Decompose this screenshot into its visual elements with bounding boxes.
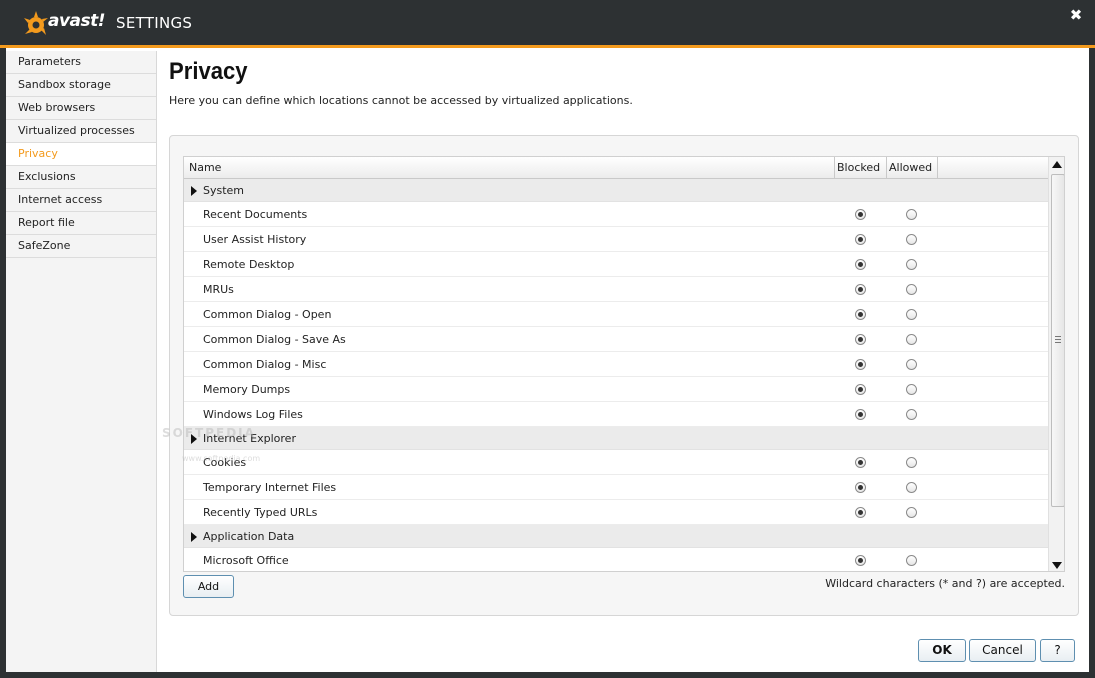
blocked-radio[interactable] xyxy=(855,555,866,566)
sidebar-nav: Parameters Sandbox storage Web browsers … xyxy=(6,51,157,672)
column-header-name[interactable]: Name xyxy=(184,157,834,179)
blocked-radio[interactable] xyxy=(855,507,866,518)
allowed-radio[interactable] xyxy=(906,409,917,420)
ok-button[interactable]: OK xyxy=(918,639,966,662)
sidebar-item-internet-access[interactable]: Internet access xyxy=(6,189,156,212)
allowed-radio[interactable] xyxy=(906,384,917,395)
add-button[interactable]: Add xyxy=(183,575,234,598)
sidebar-item-exclusions[interactable]: Exclusions xyxy=(6,166,156,189)
blocked-radio[interactable] xyxy=(855,359,866,370)
blocked-radio[interactable] xyxy=(855,457,866,468)
column-header-blocked[interactable]: Blocked xyxy=(834,157,887,179)
blocked-radio[interactable] xyxy=(855,384,866,395)
wildcard-note: Wildcard characters (* and ?) are accept… xyxy=(825,577,1065,590)
allowed-radio[interactable] xyxy=(906,555,917,566)
table-row: Windows Log Files xyxy=(184,402,1048,427)
table-row: Microsoft Office xyxy=(184,548,1048,571)
table-header: Name Blocked Allowed xyxy=(184,157,1048,179)
page-title: Privacy xyxy=(169,58,248,85)
row-label: Recent Documents xyxy=(203,208,308,221)
sidebar-item-sandbox-storage[interactable]: Sandbox storage xyxy=(6,74,156,97)
row-label: Common Dialog - Open xyxy=(203,308,332,321)
row-label: Recently Typed URLs xyxy=(203,506,318,519)
table-row: MRUs xyxy=(184,277,1048,302)
allowed-radio[interactable] xyxy=(906,334,917,345)
allowed-radio[interactable] xyxy=(906,457,917,468)
scrollbar-thumb[interactable] xyxy=(1051,174,1064,507)
table-row: Common Dialog - Open xyxy=(184,302,1048,327)
sidebar-item-safezone[interactable]: SafeZone xyxy=(6,235,156,258)
allowed-radio[interactable] xyxy=(906,309,917,320)
row-label: User Assist History xyxy=(203,233,307,246)
table-row: Recent Documents xyxy=(184,202,1048,227)
allowed-radio[interactable] xyxy=(906,482,917,493)
title-bar: avast! SETTINGS ✖ xyxy=(0,0,1095,48)
window-title: SETTINGS xyxy=(116,14,193,32)
table-row: Recently Typed URLs xyxy=(184,500,1048,525)
group-label: Application Data xyxy=(203,530,295,543)
column-header-allowed[interactable]: Allowed xyxy=(887,157,938,179)
allowed-radio[interactable] xyxy=(906,359,917,370)
scroll-down-arrow-icon[interactable] xyxy=(1052,562,1062,569)
blocked-radio[interactable] xyxy=(855,482,866,493)
table-row: Cookies xyxy=(184,450,1048,475)
table-body: System Recent Documents User Assist Histor… xyxy=(184,179,1048,571)
group-label: System xyxy=(203,184,245,197)
row-label: Remote Desktop xyxy=(203,258,295,271)
window-frame-right xyxy=(1089,48,1095,678)
blocked-radio[interactable] xyxy=(855,234,866,245)
expand-triangle-icon[interactable] xyxy=(191,532,197,542)
table-row: Memory Dumps xyxy=(184,377,1048,402)
brand-name: avast! xyxy=(48,11,106,31)
allowed-radio[interactable] xyxy=(906,284,917,295)
scrollbar-grip-icon xyxy=(1055,336,1061,343)
blocked-radio[interactable] xyxy=(855,259,866,270)
allowed-radio[interactable] xyxy=(906,234,917,245)
table-row: Remote Desktop xyxy=(184,252,1048,277)
row-label: MRUs xyxy=(203,283,234,296)
scroll-up-arrow-icon[interactable] xyxy=(1052,161,1062,168)
table-row: User Assist History xyxy=(184,227,1048,252)
sidebar-item-report-file[interactable]: Report file xyxy=(6,212,156,235)
sidebar-item-privacy[interactable]: Privacy xyxy=(6,143,156,166)
expand-triangle-icon[interactable] xyxy=(191,186,197,196)
row-label: Memory Dumps xyxy=(203,383,291,396)
row-label: Common Dialog - Save As xyxy=(203,333,346,346)
blocked-radio[interactable] xyxy=(855,309,866,320)
privacy-table: Name Blocked Allowed System Recent Docume… xyxy=(183,156,1065,572)
blocked-radio[interactable] xyxy=(855,334,866,345)
sidebar-item-virtualized-processes[interactable]: Virtualized processes xyxy=(6,120,156,143)
close-icon[interactable]: ✖ xyxy=(1067,6,1085,24)
allowed-radio[interactable] xyxy=(906,259,917,270)
row-label: Temporary Internet Files xyxy=(203,481,337,494)
table-row: Common Dialog - Misc xyxy=(184,352,1048,377)
page-description: Here you can define which locations cann… xyxy=(169,94,633,107)
watermark: SOFTPEDIA xyxy=(162,426,256,440)
row-label: Windows Log Files xyxy=(203,408,303,421)
row-label: Microsoft Office xyxy=(203,554,289,567)
watermark-url: www.softpedia.com xyxy=(182,454,261,463)
table-row: Common Dialog - Save As xyxy=(184,327,1048,352)
blocked-radio[interactable] xyxy=(855,209,866,220)
allowed-radio[interactable] xyxy=(906,209,917,220)
cancel-button[interactable]: Cancel xyxy=(969,639,1036,662)
blocked-radio[interactable] xyxy=(855,284,866,295)
help-button[interactable]: ? xyxy=(1040,639,1075,662)
table-row: Temporary Internet Files xyxy=(184,475,1048,500)
row-label: Common Dialog - Misc xyxy=(203,358,327,371)
table-group-row[interactable]: Internet Explorer xyxy=(184,427,1048,450)
blocked-radio[interactable] xyxy=(855,409,866,420)
table-scrollbar[interactable] xyxy=(1048,157,1064,571)
sidebar-item-web-browsers[interactable]: Web browsers xyxy=(6,97,156,120)
table-group-row[interactable]: Application Data xyxy=(184,525,1048,548)
window-frame-bottom xyxy=(0,672,1095,678)
sidebar-item-parameters[interactable]: Parameters xyxy=(6,51,156,74)
table-group-row[interactable]: System xyxy=(184,179,1048,202)
allowed-radio[interactable] xyxy=(906,507,917,518)
